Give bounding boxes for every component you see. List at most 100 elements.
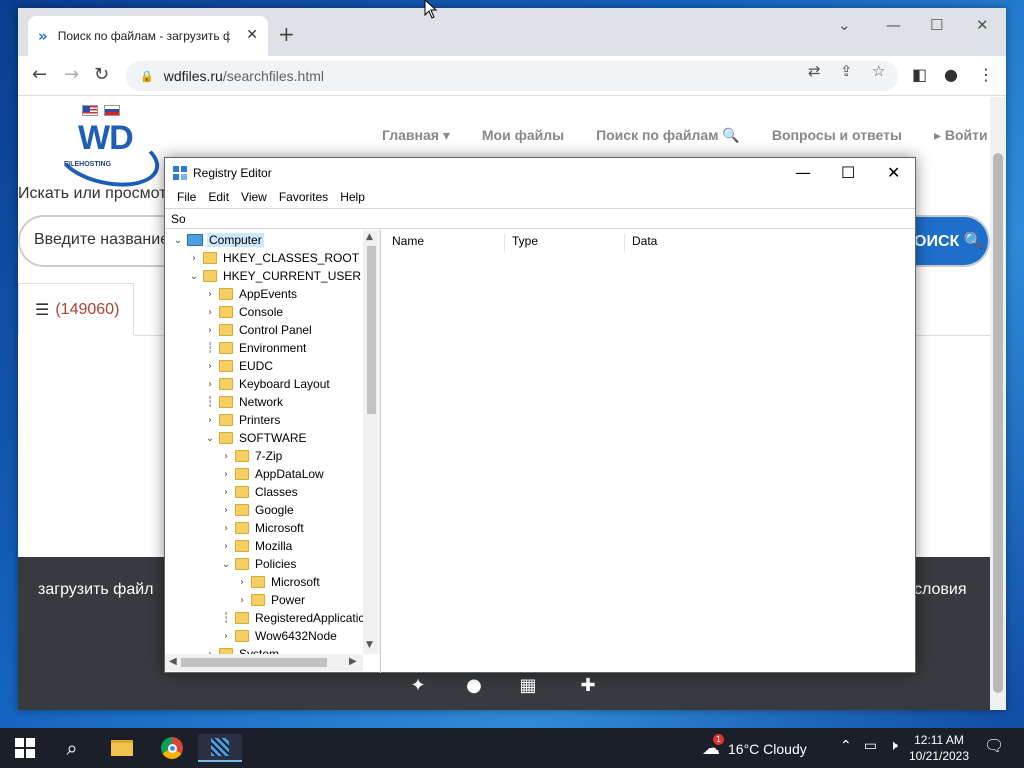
page-scroll-thumb[interactable] — [993, 153, 1003, 693]
menu-kebab-icon[interactable]: ⋮ — [978, 65, 994, 84]
menu-file[interactable]: File — [171, 188, 202, 208]
collapsed-chevron-icon[interactable]: › — [203, 307, 217, 318]
apple-icon[interactable]: ● — [460, 675, 488, 696]
clock[interactable]: 12:11 AM 10/21/2023 — [904, 732, 974, 764]
tree-node[interactable]: › Console — [203, 303, 285, 321]
volume-muted-icon[interactable]: 🕨 — [889, 738, 898, 754]
collapsed-chevron-icon[interactable]: › — [219, 451, 233, 462]
nav-item-login[interactable]: ▸ Войти — [934, 127, 988, 144]
collapsed-chevron-icon[interactable]: › — [203, 289, 217, 300]
close-button[interactable]: ✕ — [976, 16, 989, 34]
share-icon[interactable]: ⇪ — [840, 62, 853, 80]
tree-node[interactable]: › Power — [235, 591, 307, 609]
russian-flag-icon[interactable] — [104, 105, 120, 116]
tree-node[interactable]: › Printers — [203, 411, 282, 429]
address-bar[interactable]: 🔒 wdfiles.ru/searchfiles.html — [126, 61, 898, 91]
collapsed-chevron-icon[interactable]: › — [219, 487, 233, 498]
file-explorer-icon[interactable] — [108, 734, 136, 762]
regedit-maximize-button[interactable]: ☐ — [841, 163, 855, 182]
english-flag-icon[interactable] — [82, 105, 98, 116]
collapsed-chevron-icon[interactable]: › — [203, 415, 217, 426]
scroll-left-icon[interactable]: ◀ — [169, 656, 177, 667]
tree-node[interactable]: ⌄ SOFTWARE — [203, 429, 309, 447]
column-data[interactable]: Data — [625, 234, 905, 252]
tree-node[interactable]: › EUDC — [203, 357, 275, 375]
collapsed-chevron-icon[interactable]: › — [187, 253, 201, 264]
expanded-chevron-icon[interactable]: ⌄ — [187, 271, 201, 282]
translate-icon[interactable]: ⇄ — [808, 62, 821, 80]
tree-node[interactable]: › AppEvents — [203, 285, 299, 303]
collapsed-chevron-icon[interactable]: › — [235, 577, 249, 588]
registry-values-pane[interactable]: Name Type Data — [385, 230, 915, 673]
reload-button[interactable]: ↻ — [94, 64, 109, 85]
tree-node[interactable]: › Microsoft — [219, 519, 306, 537]
tree-node[interactable]: › Classes — [219, 483, 300, 501]
minimize-button[interactable]: — — [886, 16, 901, 34]
menu-view[interactable]: View — [235, 188, 273, 208]
collapsed-chevron-icon[interactable]: › — [235, 595, 249, 606]
expanded-chevron-icon[interactable]: ⌄ — [171, 235, 185, 246]
menu-help[interactable]: Help — [334, 188, 371, 208]
tree-node[interactable]: › Mozilla — [219, 537, 294, 555]
maximize-button[interactable]: ☐ — [930, 16, 943, 34]
tree-node[interactable]: ⌄ Computer — [171, 231, 264, 249]
bookmark-star-icon[interactable]: ☆ — [872, 62, 885, 80]
network-icon[interactable]: ▭ — [864, 738, 877, 754]
footer-terms-link[interactable]: словия — [914, 581, 967, 599]
collapsed-chevron-icon[interactable]: › — [203, 361, 217, 372]
regedit-titlebar[interactable]: Registry Editor — ☐ ✕ — [165, 158, 915, 188]
weather-widget[interactable]: ☁ 1 16°C Cloudy — [702, 734, 807, 759]
tree-node[interactable]: › AppDataLow — [219, 465, 326, 483]
tree-node[interactable]: ┆ Network — [203, 393, 285, 411]
back-button[interactable]: ← — [32, 64, 47, 85]
nav-item-my-files[interactable]: Мои файлы — [482, 127, 564, 144]
tree-node[interactable]: › Google — [219, 501, 296, 519]
collapsed-chevron-icon[interactable]: › — [219, 523, 233, 534]
collapsed-chevron-icon[interactable]: › — [219, 541, 233, 552]
tree-node[interactable]: › Control Panel — [203, 321, 314, 339]
tree-node[interactable]: › System — [203, 645, 281, 654]
tree-node[interactable]: › 7-Zip — [219, 447, 284, 465]
collapsed-chevron-icon[interactable]: › — [219, 505, 233, 516]
expanded-chevron-icon[interactable]: ⌄ — [219, 559, 233, 570]
chrome-icon[interactable] — [158, 734, 186, 762]
forward-button[interactable]: → — [64, 64, 79, 85]
chevron-up-icon[interactable]: ⌃ — [840, 738, 852, 754]
tree-node[interactable]: › Microsoft — [235, 573, 322, 591]
close-tab-icon[interactable]: ✕ — [246, 27, 258, 43]
page-scrollbar[interactable] — [990, 97, 1006, 710]
nav-item-faq[interactable]: Вопросы и ответы — [772, 127, 902, 144]
collapsed-chevron-icon[interactable]: › — [203, 325, 217, 336]
regedit-address-bar[interactable]: So — [165, 208, 915, 229]
tree-hscroll-thumb[interactable] — [181, 658, 327, 667]
menu-favorites[interactable]: Favorites — [273, 188, 334, 208]
profile-avatar-icon[interactable]: ● — [944, 65, 958, 84]
collapsed-chevron-icon[interactable]: › — [203, 379, 217, 390]
tree-node[interactable]: › Wow6432Node — [219, 627, 339, 645]
tree-node[interactable]: ⌄ HKEY_CURRENT_USER — [187, 267, 363, 285]
regedit-close-button[interactable]: ✕ — [887, 163, 900, 182]
menu-edit[interactable]: Edit — [202, 188, 235, 208]
linux-icon[interactable]: ✚ — [574, 675, 602, 696]
tree-node[interactable]: ┆ Environment — [203, 339, 308, 357]
lock-icon[interactable]: 🔒 — [140, 70, 154, 83]
start-button[interactable] — [12, 734, 38, 762]
scroll-up-icon[interactable]: ▲ — [366, 232, 373, 242]
regedit-taskbar-icon[interactable] — [198, 734, 242, 762]
notification-icon[interactable]: 🗨 — [984, 736, 1004, 755]
nav-item-home[interactable]: Главная ▾ — [382, 127, 450, 144]
expanded-chevron-icon[interactable]: ⌄ — [203, 433, 217, 444]
nav-item-search[interactable]: Поиск по файлам 🔍 — [596, 127, 740, 144]
scroll-down-icon[interactable]: ▼ — [366, 640, 373, 650]
column-type[interactable]: Type — [505, 234, 625, 252]
collapsed-chevron-icon[interactable]: › — [219, 469, 233, 480]
tree-vscroll-thumb[interactable] — [367, 246, 376, 414]
browser-tab[interactable]: » Поиск по файлам - загрузить ф ✕ — [28, 16, 268, 56]
tree-node[interactable]: › HKEY_CLASSES_ROOT — [187, 249, 361, 267]
windows-icon[interactable]: ▦ — [514, 675, 542, 696]
tab-search-icon[interactable]: ⌄ — [838, 16, 851, 34]
site-logo[interactable]: WD FILEHOSTING — [51, 119, 165, 196]
new-tab-button[interactable]: + — [278, 22, 295, 46]
regedit-minimize-button[interactable]: — — [795, 163, 811, 182]
android-icon[interactable]: ✦ — [404, 675, 432, 696]
